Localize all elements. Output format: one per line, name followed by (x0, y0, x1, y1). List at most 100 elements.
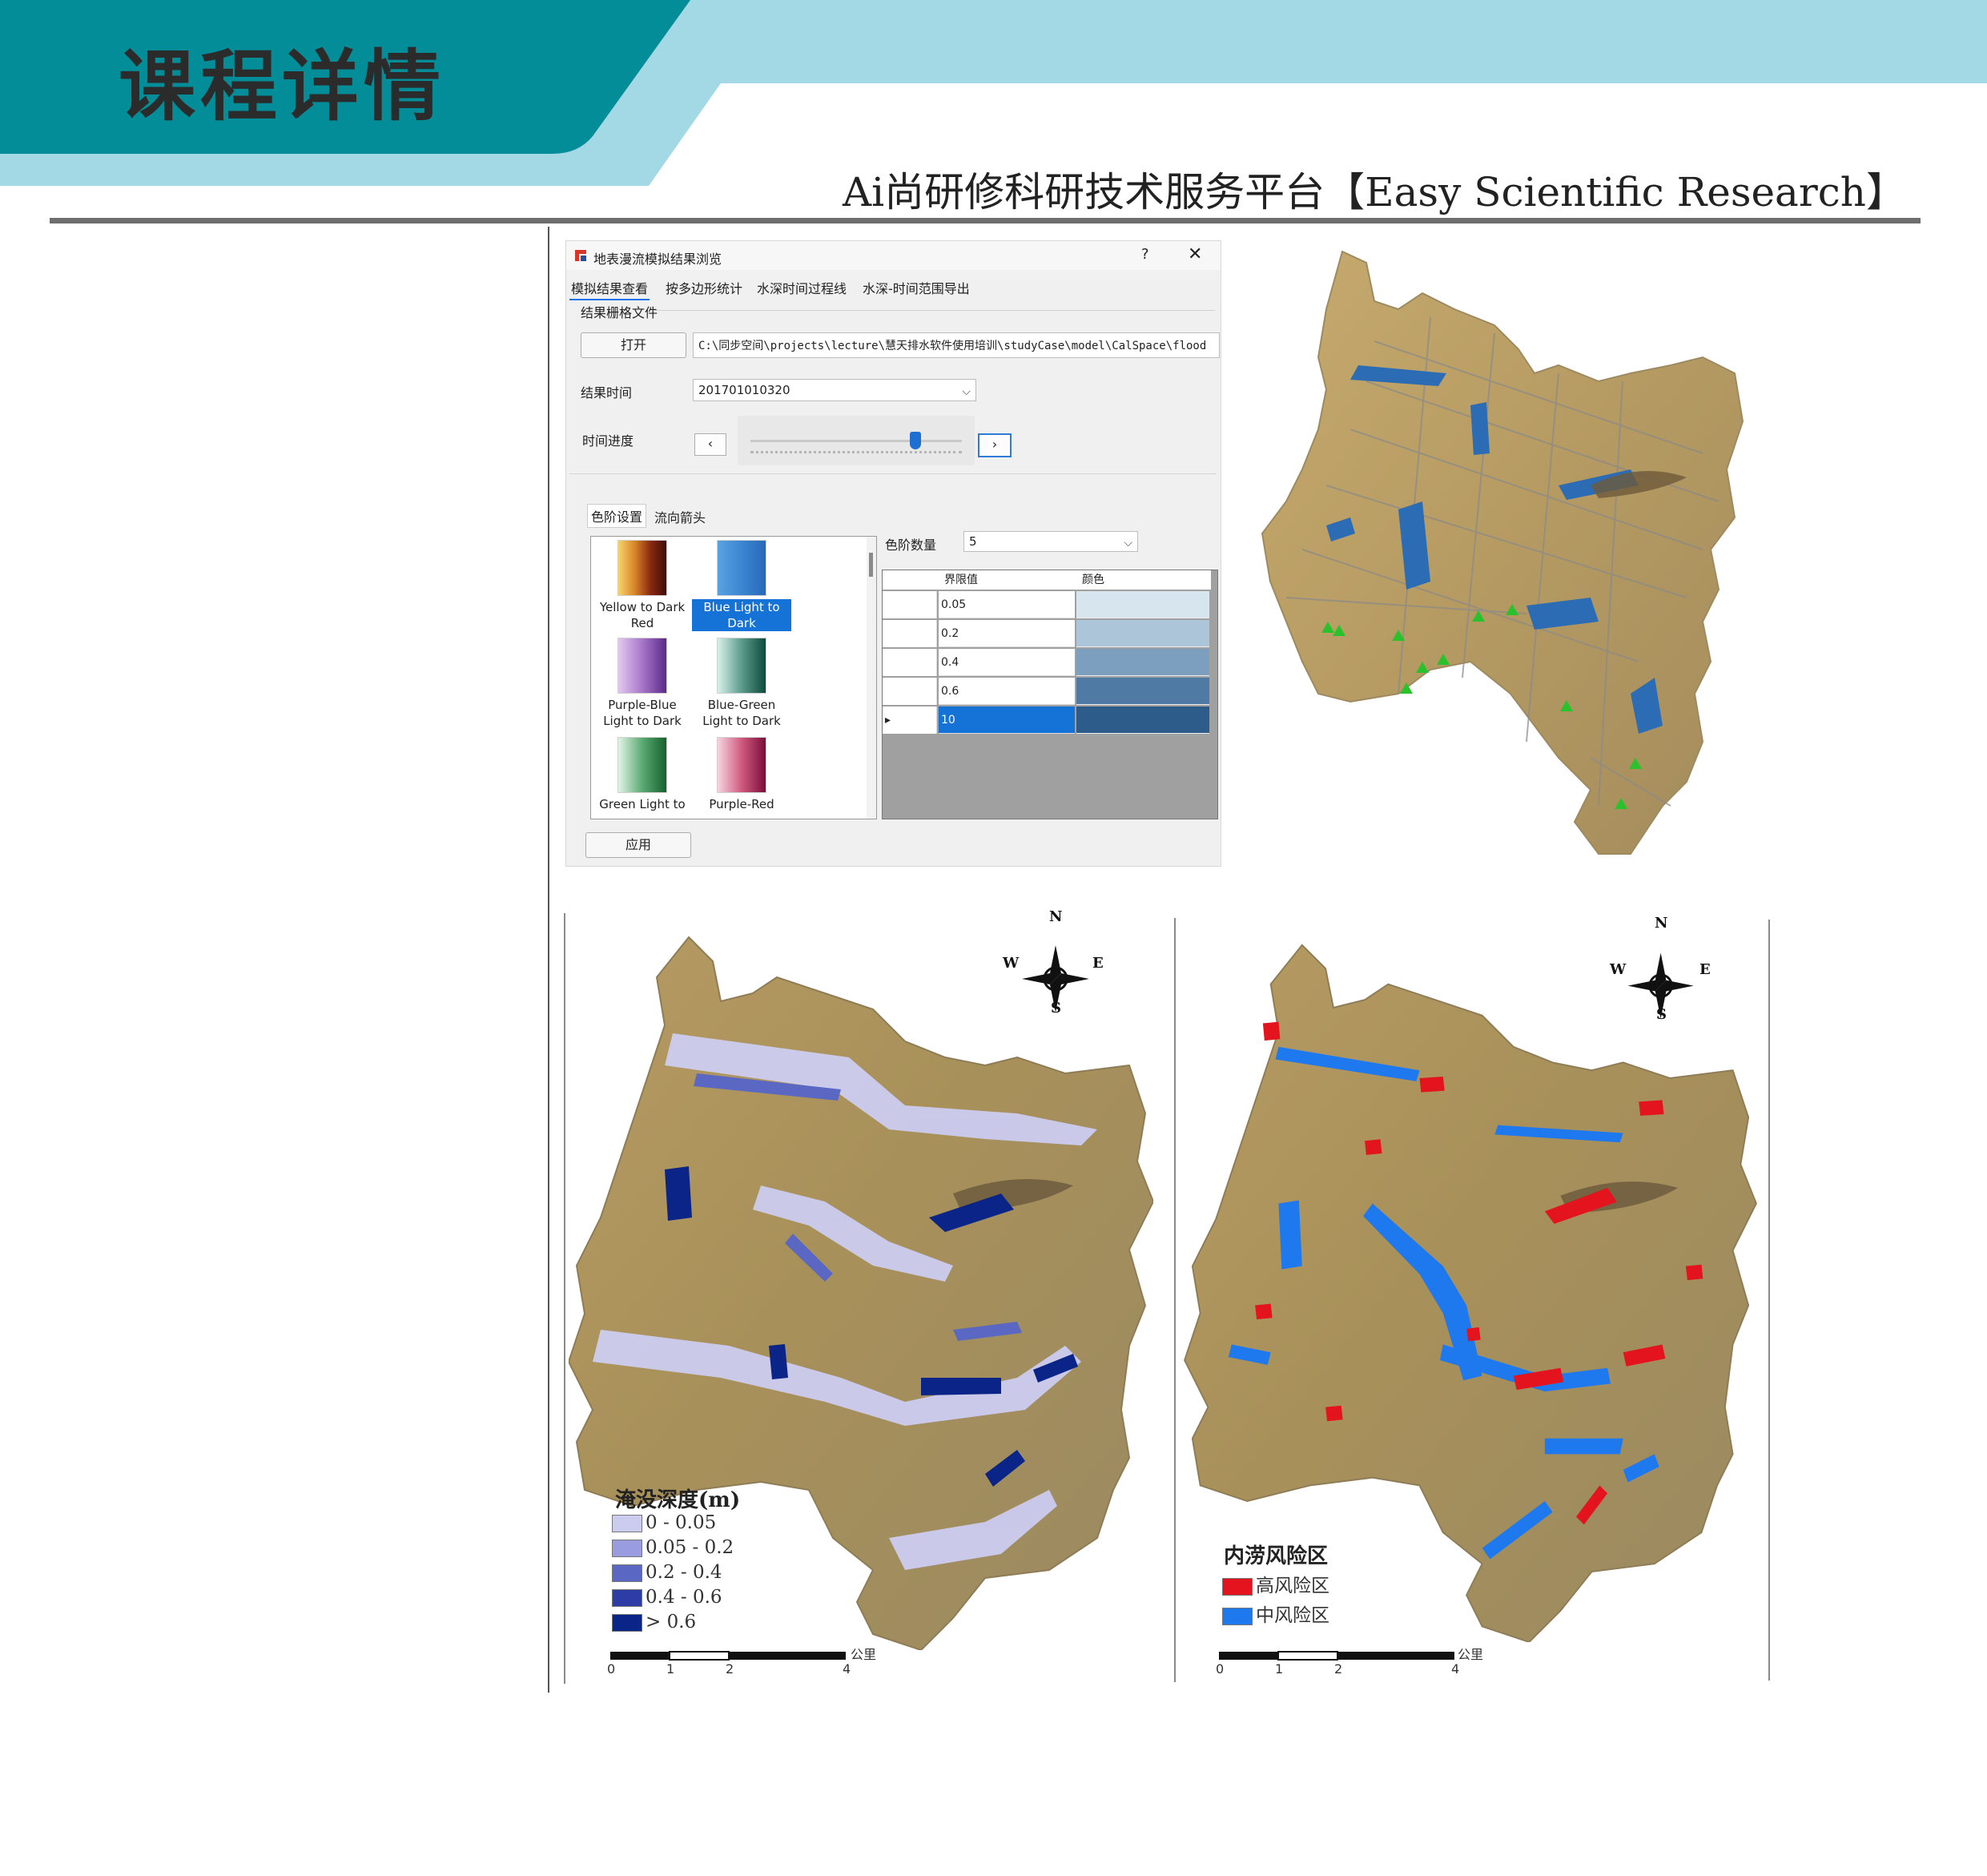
group-divider (654, 310, 1215, 311)
class-count-select[interactable]: 5 ⌵ (963, 531, 1138, 552)
break-value-cell[interactable]: 0.2 (939, 620, 1075, 647)
scale-unit: 公里 (1458, 1647, 1484, 1662)
legend-label: 高风险区 (1256, 1576, 1329, 1596)
time-slider[interactable] (738, 416, 975, 465)
legend-swatch (1222, 1578, 1253, 1596)
compass-n-right: N (1655, 915, 1668, 932)
map-frame-mid (1174, 918, 1176, 1682)
prev-step-button[interactable]: ‹ (694, 433, 726, 456)
scale-tick: 4 (1451, 1661, 1460, 1677)
break-color-cell[interactable] (1076, 707, 1209, 734)
scale-tick: 0 (607, 1661, 616, 1677)
scale-tick: 0 (1216, 1661, 1225, 1677)
legend-label: 0.2 - 0.4 (646, 1562, 722, 1583)
next-step-button[interactable]: › (978, 433, 1012, 457)
row-header[interactable] (883, 649, 937, 676)
content-divider (548, 227, 549, 1693)
map-frame-left (564, 913, 565, 1684)
scale-tick: 4 (843, 1661, 851, 1677)
tab-depth-time-export[interactable]: 水深-时间范围导出 (861, 276, 971, 299)
apply-button[interactable]: 应用 (585, 832, 691, 858)
legend-item: 0.05 - 0.2 (612, 1537, 734, 1558)
break-color-cell[interactable] (1076, 591, 1209, 618)
break-value-cell[interactable]: 0.4 (939, 649, 1075, 676)
map-frame-right (1768, 920, 1770, 1681)
legend-item: 0 - 0.05 (612, 1512, 716, 1533)
ramp-swatch (617, 540, 667, 596)
open-button[interactable]: 打开 (581, 332, 686, 358)
dialog-titlebar: 地表漫流模拟结果浏览 ? ✕ (566, 241, 1221, 270)
result-time-label: 结果时间 (581, 385, 633, 401)
raster-group-label: 结果栅格文件 (581, 305, 658, 320)
ramp-yellow-to-dark-red[interactable]: Yellow to Dark Red (593, 540, 692, 631)
scale-tick: 1 (666, 1661, 675, 1677)
row-header[interactable] (883, 678, 937, 705)
ramp-swatch (717, 540, 766, 596)
legend-label: 0.4 - 0.6 (646, 1587, 722, 1608)
tab-polygon-stats[interactable]: 按多边形统计 (664, 276, 744, 299)
scrollbar[interactable] (867, 537, 876, 819)
platform-subtitle: Ai尚研修科研技术服务平台【Easy Scientific Research】 (843, 169, 1906, 215)
ramp-blue-light-to-dark[interactable]: Blue Light to Dark (692, 540, 791, 631)
result-time-select[interactable]: 201701010320 ⌵ (693, 379, 976, 401)
class-break-table[interactable]: 界限值 颜色 0.05 0.2 0.4 0.6 ▸ 10 (882, 570, 1218, 819)
subtab-color-ramp[interactable]: 色阶设置 (587, 504, 647, 528)
slider-thumb[interactable] (909, 432, 921, 449)
scale-bar-left (610, 1651, 846, 1661)
break-value-cell[interactable]: 0.6 (939, 678, 1075, 705)
help-button[interactable]: ? (1141, 246, 1149, 263)
tab-depth-timeseries[interactable]: 水深时间过程线 (755, 276, 848, 299)
ramp-green-light[interactable]: Green Light to (593, 737, 692, 812)
subtab-flow-arrows[interactable]: 流向箭头 (653, 505, 707, 528)
legend-swatch (612, 1515, 642, 1532)
break-color-cell[interactable] (1076, 678, 1209, 705)
ramp-purple-red[interactable]: Purple-Red (692, 737, 791, 812)
scale-tick: 2 (1334, 1661, 1343, 1677)
legend-label: 0 - 0.05 (646, 1512, 717, 1533)
scale-tick: 2 (726, 1661, 734, 1677)
break-color-cell[interactable] (1076, 620, 1209, 647)
color-ramp-list[interactable]: Yellow to Dark Red Blue Light to Dark Pu… (590, 536, 877, 819)
row-header[interactable] (883, 620, 937, 647)
chevron-down-icon: ⌵ (962, 385, 971, 398)
class-count-label: 色阶数量 (885, 537, 937, 553)
row-header[interactable]: ▸ (883, 707, 937, 734)
legend-swatch (1222, 1608, 1253, 1625)
depth-legend-title: 淹没深度(m) (615, 1488, 741, 1512)
ramp-purple-blue[interactable]: Purple-Blue Light to Dark (593, 638, 692, 729)
ramp-blue-green[interactable]: Blue-Green Light to Dark (692, 638, 791, 729)
page-title: 课程详情 (119, 42, 445, 131)
scroll-thumb[interactable] (869, 553, 873, 577)
app-icon (575, 250, 586, 261)
file-path-field[interactable]: C:\同步空间\projects\lecture\慧天排水软件使用培训\stud… (693, 332, 1220, 358)
compass-e-right: E (1699, 961, 1711, 978)
compass-w-left: W (1003, 955, 1020, 972)
row-header[interactable] (883, 591, 937, 618)
slider-ticks (750, 451, 962, 458)
break-color-cell[interactable] (1076, 649, 1209, 676)
compass-n-left: N (1049, 908, 1063, 925)
risk-legend-title: 内涝风险区 (1224, 1544, 1329, 1568)
result-browser-dialog: 地表漫流模拟结果浏览 ? ✕ 模拟结果查看 按多边形统计 水深时间过程线 水深-… (565, 240, 1221, 867)
legend-item: 高风险区 (1222, 1570, 1329, 1597)
flood-risk-map (1184, 944, 1757, 1642)
legend-swatch (612, 1614, 642, 1632)
break-value-cell[interactable]: 0.05 (939, 591, 1075, 618)
legend-label: 0.05 - 0.2 (646, 1537, 734, 1558)
legend-label: 中风险区 (1256, 1605, 1329, 1626)
tab-result-view[interactable]: 模拟结果查看 (569, 276, 650, 300)
ramp-swatch (617, 638, 667, 694)
legend-item: > 0.6 (612, 1612, 696, 1632)
dialog-title: 地表漫流模拟结果浏览 (593, 252, 722, 267)
compass-w-right: W (1610, 961, 1627, 978)
legend-label: > 0.6 (646, 1612, 697, 1632)
legend-swatch (612, 1564, 642, 1582)
break-value-cell[interactable]: 10 (939, 707, 1075, 734)
class-count-value: 5 (969, 534, 977, 549)
col-header-color: 颜色 (1082, 574, 1104, 586)
col-header-break: 界限值 (944, 574, 978, 586)
ramp-swatch (717, 737, 766, 793)
chevron-down-icon: ⌵ (1124, 537, 1132, 550)
scale-tick: 1 (1275, 1661, 1284, 1677)
close-button[interactable]: ✕ (1188, 244, 1202, 264)
